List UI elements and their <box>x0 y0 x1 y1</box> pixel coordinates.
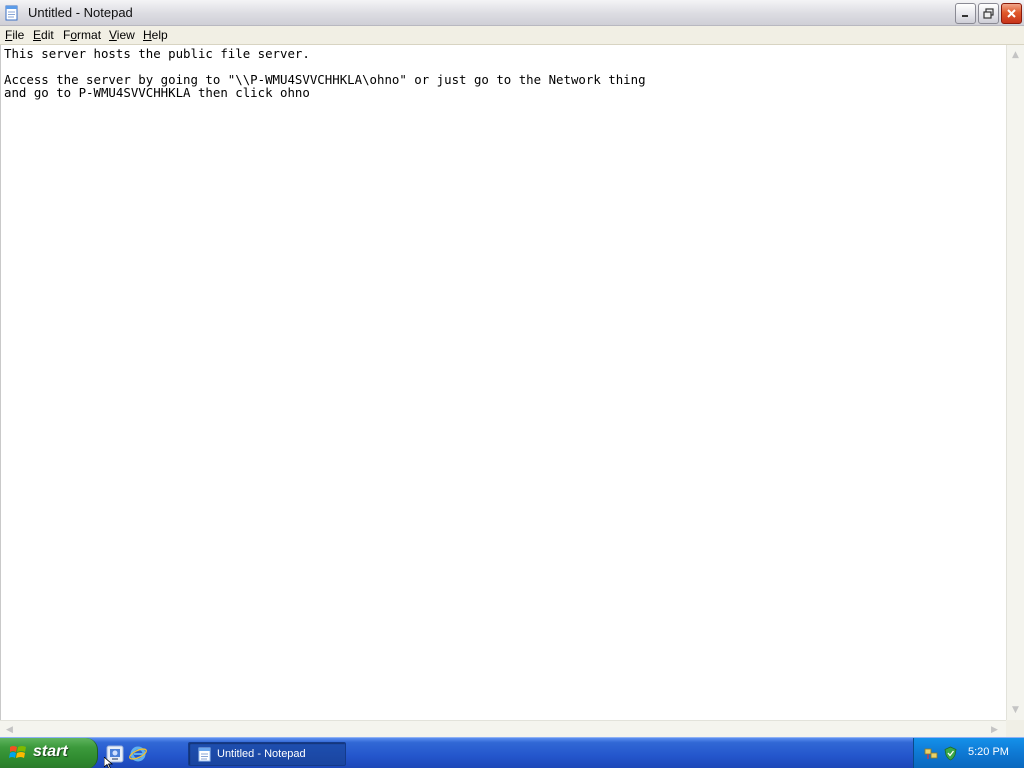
menu-file[interactable]: File <box>5 28 24 42</box>
vertical-scrollbar[interactable]: ▲ ▼ <box>1006 45 1024 720</box>
taskbar-button-label: Untitled - Notepad <box>217 748 306 760</box>
menu-help[interactable]: Help <box>143 28 168 42</box>
menu-help-accel: H <box>143 28 152 42</box>
menu-edit-accel: E <box>33 28 42 42</box>
start-button[interactable]: start <box>0 738 98 768</box>
menu-format[interactable]: Format <box>63 28 101 42</box>
taskbar: start Untitled - Notepad 5:20 PM <box>0 737 1024 768</box>
close-button[interactable] <box>1001 3 1022 24</box>
horizontal-scrollbar[interactable]: ◀ ▶ <box>0 720 1006 737</box>
taskbar-button-notepad[interactable]: Untitled - Notepad <box>188 742 346 766</box>
menu-help-rest: elp <box>151 28 168 42</box>
menu-edit[interactable]: Edit <box>33 28 54 42</box>
scroll-left-icon[interactable]: ◀ <box>1 721 18 738</box>
window-title: Untitled - Notepad <box>28 5 133 20</box>
minimize-icon <box>962 15 968 17</box>
notepad-icon <box>5 5 18 21</box>
windows-logo-icon <box>9 746 26 758</box>
start-label: start <box>33 743 68 760</box>
title-bar[interactable]: Untitled - Notepad <box>0 0 1024 26</box>
menu-view-rest: iew <box>116 28 135 42</box>
notepad-icon <box>198 747 211 762</box>
scrollbar-corner <box>1006 720 1024 737</box>
menu-bar: File Edit Format View Help <box>0 26 1024 45</box>
close-icon <box>1007 9 1016 18</box>
menu-file-rest: ile <box>12 28 25 42</box>
menu-edit-rest: dit <box>41 28 54 42</box>
document-text[interactable]: This server hosts the public file server… <box>4 47 646 99</box>
menu-view-accel: V <box>109 28 117 42</box>
menu-format-rest: rmat <box>77 28 102 42</box>
system-tray: 5:20 PM <box>913 738 1024 768</box>
mouse-cursor-icon <box>104 757 114 768</box>
minimize-button[interactable] <box>955 3 976 24</box>
internet-explorer-icon[interactable] <box>129 745 147 763</box>
restore-icon <box>983 8 994 19</box>
text-editor[interactable]: This server hosts the public file server… <box>0 45 1006 720</box>
network-icon[interactable] <box>924 746 939 761</box>
restore-button[interactable] <box>978 3 999 24</box>
menu-view[interactable]: View <box>109 28 135 42</box>
scroll-right-icon[interactable]: ▶ <box>986 721 1003 738</box>
clock[interactable]: 5:20 PM <box>968 746 1009 758</box>
scroll-up-icon[interactable]: ▲ <box>1007 46 1024 63</box>
scroll-down-icon[interactable]: ▼ <box>1007 701 1024 718</box>
security-icon[interactable] <box>943 746 958 761</box>
